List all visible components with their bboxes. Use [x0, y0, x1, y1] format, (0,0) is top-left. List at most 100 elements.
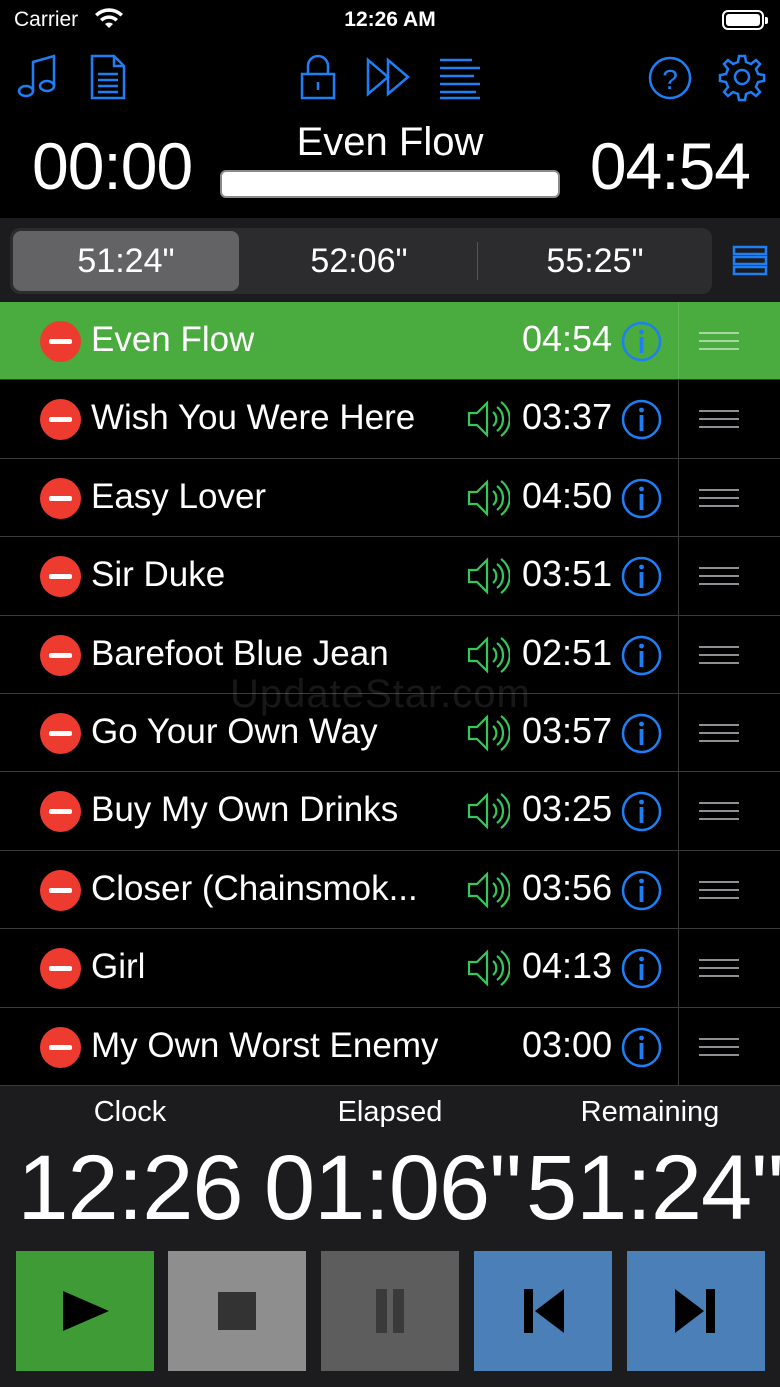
reorder-line [699, 645, 739, 648]
stop-icon [218, 1292, 256, 1330]
delete-icon[interactable] [40, 713, 81, 754]
stop-button[interactable] [168, 1251, 306, 1371]
speaker-icon[interactable] [466, 712, 511, 754]
gear-icon[interactable] [718, 52, 766, 102]
segment-middle[interactable]: 52:06" [246, 231, 472, 291]
now-playing-duration: 04:54 [589, 129, 751, 203]
song-title: Closer (Chainsmok... [91, 868, 418, 908]
segment-remaining[interactable]: 51:24" [13, 231, 239, 291]
speaker-icon[interactable] [466, 477, 511, 519]
info-icon[interactable] [621, 321, 662, 362]
song-title: Even Flow [91, 320, 255, 359]
help-icon[interactable]: ? [646, 52, 694, 102]
delete-icon[interactable] [40, 634, 81, 676]
pause-icon [376, 1289, 404, 1333]
delete-icon[interactable] [40, 1026, 81, 1068]
reorder-handle[interactable] [678, 850, 780, 929]
reorder-handle[interactable] [678, 380, 780, 458]
info-icon[interactable] [621, 1027, 662, 1068]
info-icon[interactable] [621, 399, 662, 440]
previous-button[interactable] [474, 1251, 612, 1371]
info-icon[interactable] [621, 635, 662, 676]
now-playing-progress-bar[interactable] [220, 170, 560, 198]
song-title: My Own Worst Enemy [91, 1025, 439, 1065]
info-icon[interactable] [621, 556, 662, 597]
speaker-icon[interactable] [466, 947, 511, 989]
play-icon [63, 1291, 109, 1331]
speaker-icon[interactable] [466, 634, 511, 676]
song-row[interactable]: Girl 04:13 [0, 929, 780, 1008]
speaker-icon[interactable] [466, 790, 511, 832]
reorder-line [699, 496, 739, 499]
reorder-line [699, 583, 739, 586]
play-button[interactable] [16, 1251, 154, 1371]
delete-icon[interactable] [40, 399, 81, 441]
fast-forward-icon[interactable] [364, 52, 412, 102]
song-duration: 03:25 [522, 788, 613, 830]
lines-icon[interactable] [436, 52, 484, 102]
song-duration: 03:56 [522, 866, 613, 908]
song-title: Wish You Were Here [91, 398, 416, 438]
reorder-handle[interactable] [678, 302, 780, 380]
song-row[interactable]: Wish You Were Here 03:37 [0, 380, 780, 459]
speaker-icon[interactable] [466, 869, 511, 911]
song-row[interactable]: My Own Worst Enemy 03:00 [0, 1007, 780, 1086]
song-row[interactable]: Even Flow 04:54 [0, 302, 780, 381]
reorder-line [699, 959, 739, 962]
reorder-line [699, 1037, 739, 1040]
reorder-handle[interactable] [678, 694, 780, 772]
delete-icon[interactable] [40, 556, 81, 598]
song-title: Sir Duke [91, 555, 226, 595]
now-playing-title: Even Flow [296, 120, 484, 164]
reorder-line [699, 802, 739, 805]
song-row[interactable]: Buy My Own Drinks 03:25 [0, 772, 780, 851]
reorder-handle[interactable] [678, 772, 780, 850]
document-icon[interactable] [84, 52, 132, 102]
reorder-handle[interactable] [678, 458, 780, 537]
speaker-icon[interactable] [466, 555, 511, 597]
info-icon[interactable] [621, 478, 662, 519]
reorder-line [699, 880, 739, 883]
song-title: Easy Lover [91, 476, 267, 516]
delete-icon[interactable] [40, 477, 81, 519]
remaining-label: Remaining [580, 1096, 720, 1128]
segment-divider [477, 242, 478, 280]
reorder-line [699, 818, 739, 821]
speaker-icon[interactable] [466, 398, 511, 440]
reorder-handle[interactable] [678, 537, 780, 615]
reorder-line [699, 332, 739, 334]
info-icon[interactable] [621, 870, 662, 911]
delete-icon[interactable] [40, 948, 81, 990]
reorder-line [699, 967, 739, 970]
list-view-icon[interactable] [732, 244, 768, 278]
info-icon[interactable] [621, 791, 662, 832]
totals-segmented-control: 51:24" 52:06" 55:25" [10, 228, 712, 294]
reorder-line [699, 488, 739, 491]
info-icon[interactable] [621, 713, 662, 754]
song-row[interactable]: Closer (Chainsmok... 03:56 [0, 850, 780, 930]
music-note-icon[interactable] [14, 52, 62, 102]
delete-icon[interactable] [40, 791, 81, 833]
delete-icon[interactable] [40, 869, 81, 911]
song-duration: 03:00 [522, 1023, 613, 1065]
status-bar: Carrier 12:26 AM [0, 0, 780, 40]
song-duration: 03:57 [522, 710, 613, 751]
info-icon[interactable] [621, 948, 662, 989]
reorder-handle[interactable] [678, 1007, 780, 1085]
reorder-line [699, 661, 739, 664]
song-row[interactable]: Easy Lover 04:50 [0, 458, 780, 538]
reorder-line [699, 567, 739, 570]
next-button[interactable] [627, 1251, 765, 1371]
song-duration: 04:13 [522, 945, 613, 987]
pause-button[interactable] [321, 1251, 459, 1371]
reorder-handle[interactable] [678, 615, 780, 693]
reorder-line [699, 888, 739, 891]
lock-icon[interactable] [294, 52, 342, 102]
song-row[interactable]: Sir Duke 03:51 [0, 537, 780, 616]
reorder-handle[interactable] [678, 929, 780, 1007]
segment-total[interactable]: 55:25" [482, 231, 708, 291]
delete-icon[interactable] [40, 321, 81, 362]
skip-forward-icon [675, 1289, 715, 1333]
reorder-line [699, 653, 739, 656]
reorder-line [699, 732, 739, 734]
